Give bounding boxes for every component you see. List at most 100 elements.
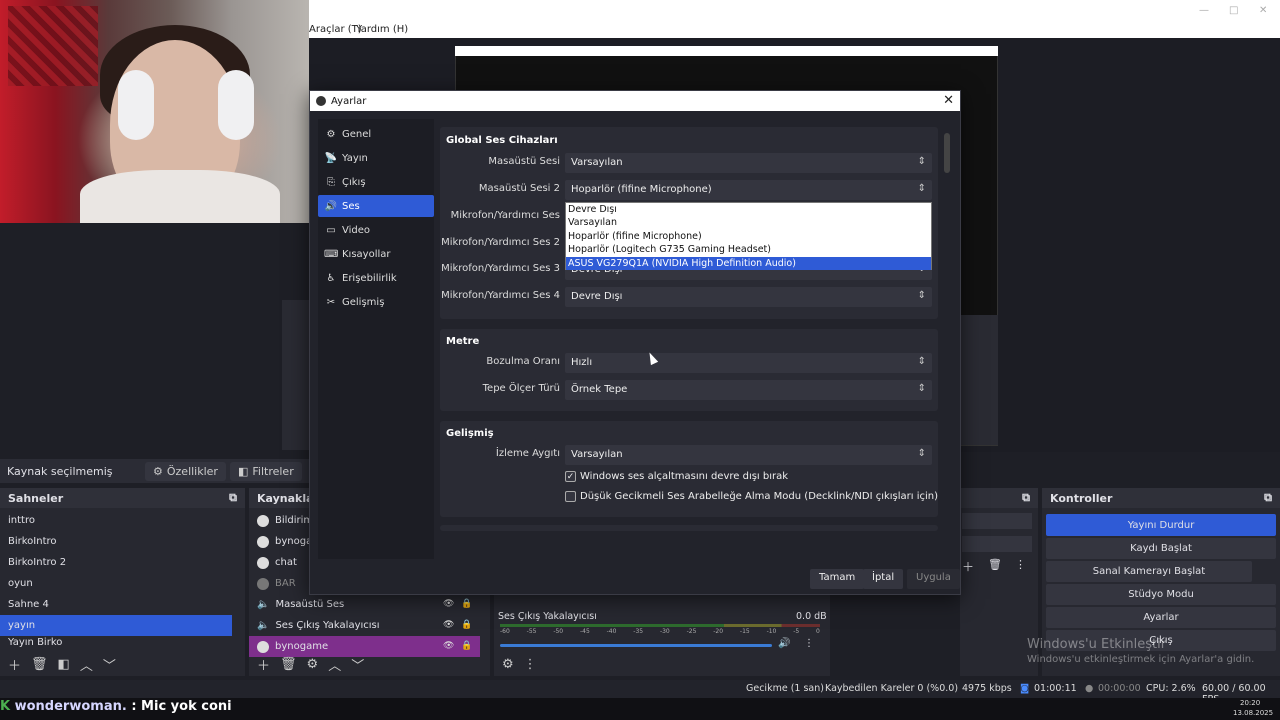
more-icon[interactable]: ⋮ bbox=[1015, 558, 1026, 571]
volume-slider[interactable] bbox=[500, 644, 772, 647]
undock-icon[interactable]: ⧉ bbox=[1022, 491, 1030, 505]
keyboard-icon: ⌨ bbox=[324, 248, 339, 260]
speaker-icon: 🔊 bbox=[324, 200, 338, 212]
next-group bbox=[440, 525, 938, 531]
activation-watermark: Windows'u Etkinleştir Windows'u etkinleş… bbox=[1027, 637, 1254, 665]
add-icon[interactable]: ＋ bbox=[8, 655, 21, 674]
eye-icon[interactable]: 👁 bbox=[443, 599, 454, 609]
sidebar-item-hotkeys[interactable]: ⌨ Kısayollar bbox=[318, 243, 434, 265]
peak-meter-select[interactable]: Örnek Tepe bbox=[565, 380, 932, 400]
trash-icon[interactable]: 🗑 bbox=[988, 558, 1002, 571]
desktop-audio-select[interactable]: Varsayılan bbox=[565, 153, 932, 173]
settings-sidebar: ⚙ Genel 📡 Yayın ⎘ Çıkış 🔊 Ses ▭ Video ⌨ Kısayo… bbox=[318, 119, 434, 559]
obs-titlebar: — □ ✕ bbox=[309, 0, 1280, 22]
minimize-icon[interactable]: — bbox=[1199, 5, 1209, 16]
lock-icon[interactable]: 🔒 bbox=[461, 599, 472, 609]
meters-group: Metre Bozulma Oranı Hızlı Tepe Ölçer Tür… bbox=[440, 329, 938, 411]
stop-stream-button[interactable]: Yayını Durdur bbox=[1046, 514, 1276, 536]
ducking-checkbox[interactable]: ✓ Windows ses alçaltmasını devre dışı bı… bbox=[565, 471, 788, 482]
close-window-icon[interactable]: ✕ bbox=[1259, 5, 1267, 16]
start-recording-button[interactable]: Kaydı Başlat bbox=[1046, 538, 1276, 559]
start-virtual-camera-button[interactable]: Sanal Kamerayı Başlat bbox=[1046, 561, 1252, 582]
sidebar-item-advanced[interactable]: ✂ Gelişmiş bbox=[318, 291, 434, 313]
scene-item[interactable]: Yayın Birko bbox=[0, 636, 245, 648]
add-icon[interactable]: ＋ bbox=[962, 558, 974, 575]
eye-icon[interactable]: 👁 bbox=[443, 620, 454, 630]
sidebar-label: Gelişmiş bbox=[342, 296, 385, 308]
low-latency-checkbox[interactable]: Düşük Gecikmeli Ses Arabelleğe Alma Modu… bbox=[565, 491, 938, 502]
dropdown-option[interactable]: Hoparlör (fifine Microphone) bbox=[566, 230, 931, 243]
desktop-audio-2-select[interactable]: Hoparlör (fifine Microphone) bbox=[565, 180, 932, 200]
scene-item[interactable]: inttro bbox=[0, 510, 245, 531]
add-icon[interactable]: ＋ bbox=[257, 655, 270, 674]
speaker-icon: 🔈 bbox=[257, 620, 270, 631]
dropdown-option[interactable]: Devre Dışı bbox=[566, 203, 931, 216]
up-icon[interactable]: ︿ bbox=[80, 655, 93, 674]
monitoring-device-select[interactable]: Varsayılan bbox=[565, 445, 932, 465]
sidebar-label: Ses bbox=[342, 200, 360, 212]
filter-icon[interactable]: ◧ bbox=[58, 657, 70, 672]
speaker-icon[interactable]: 🔊 bbox=[778, 638, 790, 649]
more-icon[interactable]: ⋮ bbox=[804, 638, 814, 649]
trash-icon[interactable]: 🗑 bbox=[31, 657, 48, 672]
dropdown-option-highlighted[interactable]: ASUS VG279Q1A (NVIDIA High Definition Au… bbox=[566, 256, 931, 270]
scrollbar[interactable] bbox=[944, 133, 950, 173]
source-item[interactable]: 🔈 Ses Çıkış Yakalayıcısı 👁 🔒 bbox=[249, 615, 490, 636]
up-icon[interactable]: ︿ bbox=[328, 655, 341, 674]
more-icon[interactable]: ⋮ bbox=[524, 657, 537, 672]
down-icon[interactable]: ﹀ bbox=[351, 655, 364, 674]
cancel-button[interactable]: İptal bbox=[863, 569, 904, 589]
meter-tick: -25 bbox=[686, 628, 697, 635]
scene-item[interactable]: oyun bbox=[0, 573, 245, 594]
filter-icon: ◧ bbox=[237, 464, 249, 478]
close-icon[interactable]: ✕ bbox=[943, 93, 954, 108]
meter-tick: -35 bbox=[633, 628, 644, 635]
dropdown-option[interactable]: Varsayılan bbox=[566, 216, 931, 229]
sidebar-label: Çıkış bbox=[342, 176, 366, 188]
lock-icon[interactable]: 🔒 bbox=[461, 620, 472, 630]
gear-icon[interactable]: ⚙ bbox=[307, 657, 319, 672]
menu-help[interactable]: Yardım (H) bbox=[356, 24, 408, 35]
apply-button[interactable]: Uygula bbox=[907, 569, 960, 589]
undock-icon[interactable]: ⧉ bbox=[1264, 491, 1272, 505]
down-icon[interactable]: ﹀ bbox=[103, 655, 116, 674]
desktop-audio-2-row: Masaüstü Sesi 2 Hoparlör (fifine Microph… bbox=[440, 178, 938, 200]
scene-item[interactable]: BirkoIntro 2 bbox=[0, 552, 245, 573]
meters-title: Metre bbox=[446, 336, 480, 347]
dropdown-option[interactable]: Hoparlör (Logitech G735 Gaming Headset) bbox=[566, 243, 931, 256]
empty-checkbox-icon bbox=[565, 491, 576, 502]
controls-header: Kontroller ⧉ bbox=[1042, 488, 1280, 508]
undock-icon[interactable]: ⧉ bbox=[229, 491, 237, 505]
scenes-toolbar: ＋ 🗑 ◧ ︿ ﹀ bbox=[0, 652, 245, 676]
ok-button[interactable]: Tamam bbox=[810, 569, 865, 589]
mic-4-select[interactable]: Devre Dışı bbox=[565, 287, 932, 307]
duration-input[interactable] bbox=[962, 536, 1032, 552]
menu-tools[interactable]: Araçlar (T) bbox=[309, 24, 362, 35]
maximize-icon[interactable]: □ bbox=[1229, 5, 1238, 16]
eye-icon[interactable]: 👁 bbox=[443, 641, 454, 651]
meter-tick: -30 bbox=[659, 628, 670, 635]
scene-item[interactable]: BirkoIntro bbox=[0, 531, 245, 552]
lock-icon[interactable]: 🔒 bbox=[461, 641, 472, 651]
scene-item-selected[interactable]: yayın bbox=[0, 615, 232, 636]
scene-item[interactable]: Sahne 4 bbox=[0, 594, 245, 615]
properties-button[interactable]: ⚙ Özellikler bbox=[145, 461, 226, 481]
sidebar-item-audio[interactable]: 🔊 Ses bbox=[318, 195, 434, 217]
decay-rate-select[interactable]: Hızlı bbox=[565, 353, 932, 373]
trash-icon[interactable]: 🗑 bbox=[280, 657, 297, 672]
filters-button[interactable]: ◧ Filtreler bbox=[229, 461, 302, 481]
sidebar-item-stream[interactable]: 📡 Yayın bbox=[318, 147, 434, 169]
sidebar-item-general[interactable]: ⚙ Genel bbox=[318, 123, 434, 145]
sidebar-item-video[interactable]: ▭ Video bbox=[318, 219, 434, 241]
studio-mode-button[interactable]: Stüdyo Modu bbox=[1046, 584, 1276, 605]
source-item[interactable]: 🔈 Masaüstü Ses 👁 🔒 bbox=[249, 594, 490, 615]
meter-tick: 0 bbox=[816, 628, 820, 635]
transition-select[interactable] bbox=[962, 513, 1032, 529]
gear-icon[interactable]: ⚙ bbox=[502, 657, 514, 672]
mixer-toolbar: ⚙ ⋮ bbox=[494, 652, 830, 676]
nested-scenes-panel bbox=[282, 300, 310, 450]
settings-button[interactable]: Ayarlar bbox=[1046, 607, 1276, 628]
peak-meter-label: Tepe Ölçer Türü bbox=[482, 383, 560, 394]
sidebar-item-output[interactable]: ⎘ Çıkış bbox=[318, 171, 434, 193]
sidebar-item-accessibility[interactable]: ♿ Erişebilirlik bbox=[318, 267, 434, 289]
